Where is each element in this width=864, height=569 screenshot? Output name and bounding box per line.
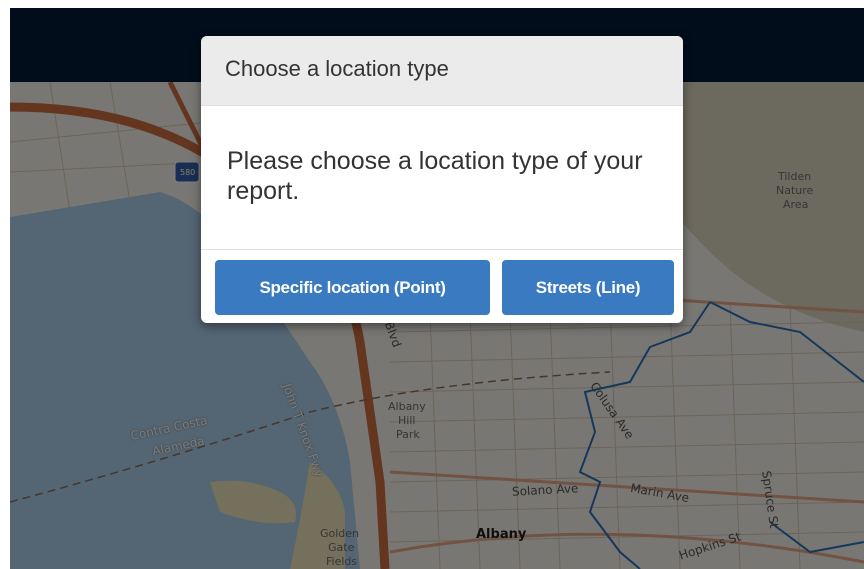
dialog-footer: Specific location (Point) Streets (Line) xyxy=(201,250,683,323)
location-type-dialog: Choose a location type Please choose a l… xyxy=(201,36,683,323)
app: 580 Tilden Nature Area Contra Costa Alam… xyxy=(10,8,864,569)
streets-line-button[interactable]: Streets (Line) xyxy=(502,260,674,315)
specific-location-point-button[interactable]: Specific location (Point) xyxy=(215,260,490,315)
dialog-message: Please choose a location type of your re… xyxy=(227,147,643,205)
dialog-header: Choose a location type xyxy=(201,36,683,106)
dialog-title: Choose a location type xyxy=(225,56,449,81)
dialog-body: Please choose a location type of your re… xyxy=(201,106,683,250)
